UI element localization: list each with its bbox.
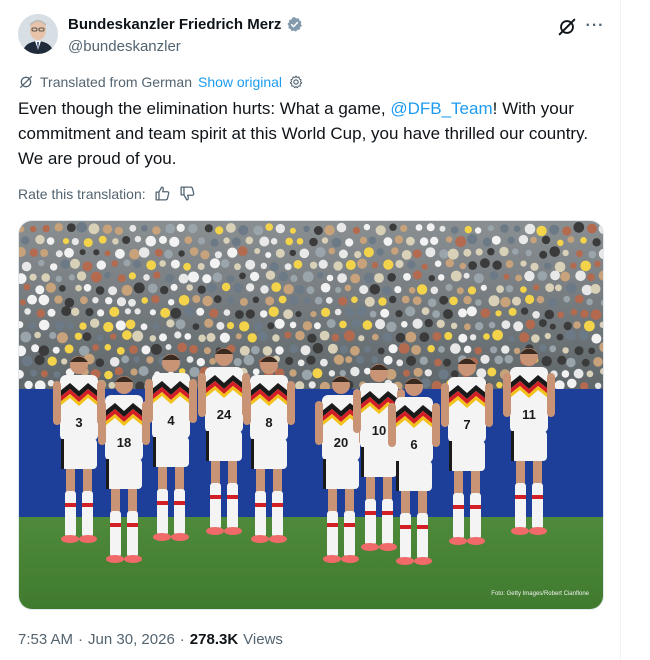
meta-separator: · [179, 631, 185, 648]
tweet-text: Even though the elimination hurts: What … [18, 96, 603, 171]
verified-badge-icon[interactable] [286, 16, 303, 33]
jersey-number: 11 [522, 407, 536, 422]
team-photo: 3 18 4 24 8 20 10 6 7 11 [19, 221, 603, 609]
tweet-header: Bundeskanzler Friedrich Merz @bundeskanz… [18, 12, 608, 62]
grok-icon[interactable] [556, 16, 578, 38]
views-label: Views [243, 631, 283, 648]
more-icon[interactable]: ··· [584, 16, 606, 38]
meta-separator: · [78, 631, 84, 648]
jersey-number: 24 [217, 407, 232, 422]
rate-translation: Rate this translation: [18, 185, 196, 202]
jersey-number: 10 [372, 423, 386, 438]
jersey-number: 3 [75, 415, 82, 430]
jersey-number: 8 [265, 415, 272, 430]
photo-credit: Foto: Getty Images/Robert Cianflone [491, 591, 589, 597]
tweet-text-part-1: Even though the elimination hurts: What … [18, 99, 391, 118]
rate-translation-label: Rate this translation: [18, 185, 146, 202]
jersey-number: 20 [334, 435, 348, 450]
author-handle[interactable]: @bundeskanzler [68, 38, 181, 55]
translation-notice: Translated from German Show original [18, 74, 304, 90]
views-count: 278.3K [189, 631, 239, 648]
tweet-photo[interactable]: 3 18 4 24 8 20 10 6 7 11 Foto: Getty Images/Rober… [18, 220, 604, 610]
translate-icon [20, 76, 32, 88]
translation-notice-text: Translated from German [40, 74, 192, 90]
thumbs-down-icon[interactable] [179, 185, 196, 202]
tweet-date[interactable]: Jun 30, 2026 [88, 631, 175, 648]
jersey-number: 18 [117, 435, 131, 450]
avatar[interactable] [18, 14, 58, 54]
gear-icon[interactable] [288, 74, 304, 90]
mention-link[interactable]: @DFB_Team [390, 99, 492, 118]
jersey-number: 4 [167, 413, 175, 428]
thumbs-up-icon[interactable] [154, 185, 171, 202]
timeline-divider [620, 0, 621, 660]
jersey-number: 7 [463, 417, 470, 432]
tweet-time[interactable]: 7:53 AM [18, 631, 73, 648]
show-original-link[interactable]: Show original [198, 74, 282, 90]
tweet-meta: 7:53 AM · Jun 30, 2026 · 278.3K Views [18, 631, 283, 648]
jersey-number: 6 [410, 437, 417, 452]
author-display-name[interactable]: Bundeskanzler Friedrich Merz [68, 16, 281, 33]
